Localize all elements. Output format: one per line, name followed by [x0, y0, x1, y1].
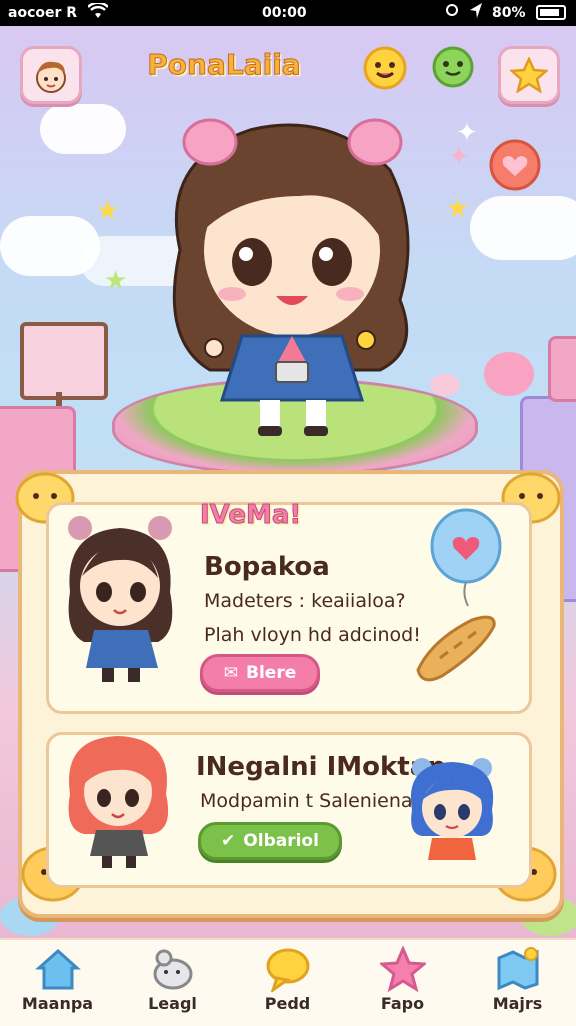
- profile-avatar-button[interactable]: [20, 46, 82, 104]
- battery-percent: 80%: [492, 5, 526, 21]
- bottom-nav: Maanpa Leagl Pedd Fapo Majrs: [0, 938, 576, 1026]
- star-sparkle-icon: ★: [104, 266, 128, 296]
- new-badge: IVeMa!: [199, 500, 302, 531]
- quest-subtitle: Madeters : keaiialoa?: [204, 590, 406, 612]
- quest-subtitle: Modpamin t Saleniena?: [200, 790, 423, 812]
- pet-icon: [153, 949, 193, 990]
- clock: 00:00: [262, 5, 307, 21]
- nav-item-pets[interactable]: Leagl: [115, 940, 230, 1026]
- nav-item-home[interactable]: Maanpa: [0, 940, 115, 1026]
- star-sparkle-icon: ★: [96, 196, 120, 226]
- quest-action-label: Olbariol: [243, 831, 319, 851]
- house-icon: [35, 948, 81, 990]
- nav-label: Pedd: [264, 994, 311, 1013]
- status-bar: aocoer R 00:00 80%: [0, 0, 576, 26]
- flower-icon: [484, 352, 534, 396]
- sparkle-icon: ✦: [448, 142, 470, 172]
- nav-item-map[interactable]: Majrs: [460, 940, 575, 1026]
- quest-action-button[interactable]: ✔ Olbariol: [198, 822, 342, 860]
- game-title: PonaLaiia: [147, 48, 301, 82]
- check-icon: ✔: [221, 831, 236, 851]
- chat-bubble-icon: [266, 948, 310, 992]
- avatar-icon: [36, 61, 66, 93]
- nav-label: Leagl: [148, 994, 197, 1013]
- character-portrait: [62, 730, 174, 870]
- favorites-star-button[interactable]: [498, 46, 560, 104]
- quest-action-label: Blere: [246, 663, 297, 683]
- star-sparkle-icon: ★: [446, 194, 470, 224]
- battery-icon: [536, 5, 566, 20]
- heart-balloon-icon: [428, 508, 504, 608]
- ticket-icon: ✉: [223, 663, 238, 683]
- navigation-arrow-icon: [468, 2, 484, 24]
- quest-title: Bopakoa: [204, 552, 330, 582]
- location-icon: [446, 4, 458, 16]
- nav-label: Majrs: [492, 994, 543, 1013]
- nav-label: Fapo: [380, 994, 425, 1013]
- flower-icon: [430, 374, 460, 396]
- cloud-icon: [470, 196, 576, 260]
- green-pet-icon[interactable]: [428, 40, 478, 90]
- map-icon: [497, 947, 539, 991]
- star-icon: [510, 57, 548, 93]
- carrier-label: aocoer R: [8, 5, 78, 21]
- character-portrait: [404, 754, 500, 864]
- quest-description: Plah vloyn hd adcinod!: [204, 624, 421, 646]
- cloud-icon: [40, 104, 126, 154]
- house: [548, 336, 576, 402]
- nav-item-favorites[interactable]: Fapo: [345, 940, 460, 1026]
- nav-item-chat[interactable]: Pedd: [230, 940, 345, 1026]
- signboard: [20, 322, 108, 400]
- quest-action-button[interactable]: ✉ Blere: [200, 654, 320, 692]
- star-icon: [380, 946, 426, 992]
- heart-sun-icon[interactable]: [480, 130, 550, 200]
- bread-icon: [412, 610, 500, 682]
- character-portrait: [58, 512, 184, 688]
- smiley-sun-icon[interactable]: [358, 42, 412, 92]
- wifi-icon: [87, 1, 109, 23]
- main-character[interactable]: [150, 100, 430, 440]
- nav-label: Maanpa: [21, 994, 94, 1013]
